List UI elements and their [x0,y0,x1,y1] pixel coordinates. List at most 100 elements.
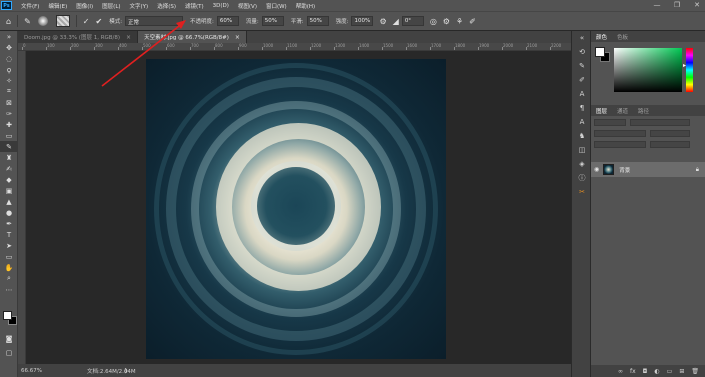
pen-pressure-icon[interactable]: ✐ [469,17,476,26]
minimize-icon[interactable]: — [653,1,661,9]
eraser-patch-tool-icon[interactable]: ▭ [0,130,18,141]
layer-fill-field[interactable] [650,141,690,148]
info-icon[interactable]: ⓘ [572,171,592,185]
layer-kind-filter[interactable] [594,119,626,126]
foreground-color-swatch[interactable] [595,47,605,57]
pressure-size-icon[interactable]: ◎ [430,17,437,26]
collapse-arrows-icon[interactable]: » [0,31,18,42]
delete-layer-trash-icon[interactable]: 🗑︎ [691,368,699,375]
erase-to-history-icon[interactable]: ✓ [83,17,90,26]
foreground-background-colors[interactable] [3,311,17,325]
hue-slider-marker-icon[interactable]: ▸ [683,62,686,69]
blur-tool-icon[interactable]: ▲ [0,196,18,207]
history-icon[interactable]: ⟲ [572,45,592,59]
move-tool-icon[interactable]: ✥ [0,42,18,53]
menu-edit[interactable]: 编辑(E) [48,2,67,10]
tab-doom[interactable]: Doom.jpg @ 33.3% (图层 1, RGB/8) × [18,31,139,43]
tab-paths[interactable]: 路径 [633,107,654,115]
flow-field[interactable]: 50% [261,16,284,26]
rectangle-tool-icon[interactable]: ▭ [0,251,18,262]
layer-style-icon[interactable]: fx [630,368,636,375]
smoothing-options-gear-icon[interactable]: ⚙ [379,17,386,26]
restore-icon[interactable]: ❐ [673,1,681,9]
3d-icon[interactable]: ◈ [572,157,592,171]
tab-color[interactable]: 颜色 [591,33,612,41]
dodge-tool-icon[interactable]: ● [0,207,18,218]
strength-field[interactable]: 100% [351,16,374,26]
brush-tool-preset-icon[interactable]: ✎ [24,17,31,26]
clone-source-icon[interactable]: ♞ [572,129,592,143]
menu-help[interactable]: 帮助(H) [296,2,315,10]
menu-window[interactable]: 窗口(W) [266,2,287,10]
brushes-icon[interactable]: ✐ [572,73,592,87]
path-selection-tool-icon[interactable]: ➤ [0,240,18,251]
eyedropper-tool-icon[interactable]: ✑ [0,108,18,119]
smooth-field[interactable]: 50% [306,16,329,26]
brush-angle-icon[interactable]: ◢ [393,17,399,26]
gradient-tool-icon[interactable]: ▣ [0,185,18,196]
adjustment-layer-icon[interactable]: ◐ [654,368,659,375]
menu-filter[interactable]: 滤镜(T) [185,2,204,10]
layer-opacity-field[interactable] [650,130,690,137]
layer-row-background[interactable]: ◉ 背景 🔒︎ [591,162,705,177]
blend-mode-select[interactable] [594,130,646,137]
glyphs-icon[interactable]: A [572,115,592,129]
tab-swatches[interactable]: 色板 [612,33,633,41]
menu-layer[interactable]: 图层(L) [102,2,120,10]
clone-stamp-tool-icon[interactable]: ♜ [0,152,18,163]
type-tool-icon[interactable]: T [0,229,18,240]
home-icon[interactable]: ⌂ [6,17,11,26]
hue-slider[interactable] [686,48,693,92]
opacity-field[interactable]: 60% [216,16,239,26]
add-mask-icon[interactable]: ◘ [643,368,648,375]
tool-presets-icon[interactable]: ✂ [572,185,592,199]
link-layers-icon[interactable]: ∞ [618,368,623,375]
zoom-level[interactable]: 66.67% [21,368,42,374]
history-brush-tool-icon[interactable]: ✍ [0,163,18,174]
hand-tool-icon[interactable]: ✋ [0,262,18,273]
screen-mode-icon[interactable]: ▢ [0,347,18,358]
menu-file[interactable]: 文件(F) [21,2,39,10]
layer-filter-icons[interactable] [630,119,690,126]
layer-name[interactable]: 背景 [619,166,630,174]
menu-view[interactable]: 视图(V) [238,2,257,10]
color-picker-field[interactable] [614,48,682,92]
menu-3d[interactable]: 3D(D) [213,3,229,9]
visibility-eye-icon[interactable]: ◉ [594,166,599,173]
lock-icon[interactable]: 🔒︎ [696,166,699,174]
paragraph-icon[interactable]: ¶ [572,101,592,115]
tab-sky-material[interactable]: 天空素材.jpg @ 66.7%(RGB/8#) × [138,31,247,43]
pen-tool-icon[interactable]: ✒ [0,218,18,229]
brush-size-picker[interactable] [37,16,48,26]
angle-field[interactable]: 0° [401,16,424,26]
quick-select-tool-icon[interactable]: ✧ [0,75,18,86]
lasso-tool-icon[interactable]: ϙ [0,64,18,75]
mode-select[interactable]: 正常 [125,16,184,26]
collapse-arrows-icon[interactable]: « [572,31,592,45]
foreground-color-swatch[interactable] [3,311,12,320]
menu-type[interactable]: 文字(Y) [130,2,149,10]
close-tab-icon[interactable]: × [235,34,240,41]
lock-buttons[interactable] [594,141,646,148]
new-layer-icon[interactable]: ⊞ [679,368,684,375]
menu-image[interactable]: 图像(I) [76,2,93,10]
status-menu-arrow-icon[interactable]: ❯ [124,368,128,374]
menu-select[interactable]: 选择(S) [157,2,176,10]
close-icon[interactable]: ✕ [693,1,701,9]
symmetry-gear-icon[interactable]: ⚙ [443,17,450,26]
brush-settings-panel-button[interactable] [55,15,70,27]
horizontal-ruler[interactable]: 0 100 200 300 400 500 600 700 800 900 1000 1100 1200… [18,43,571,51]
spot-healing-tool-icon[interactable]: ✚ [0,119,18,130]
eraser-tool-icon[interactable]: ◆ [0,174,18,185]
group-folder-icon[interactable]: ▭ [667,368,673,375]
more-tools-icon[interactable]: ⋯ [0,284,18,295]
properties-icon[interactable]: ◫ [572,143,592,157]
symmetry-butterfly-icon[interactable]: ⚘ [456,17,463,26]
zoom-tool-icon[interactable]: ⌕ [0,273,18,284]
brush-tool-icon[interactable]: ✎ [0,141,18,152]
document-image-sky-vortex[interactable] [146,59,446,359]
marquee-tool-icon[interactable]: ◌ [0,53,18,64]
canvas-area[interactable] [26,51,571,364]
tab-channels[interactable]: 通道 [612,107,633,115]
brush-settings-icon[interactable]: ✎ [572,59,592,73]
